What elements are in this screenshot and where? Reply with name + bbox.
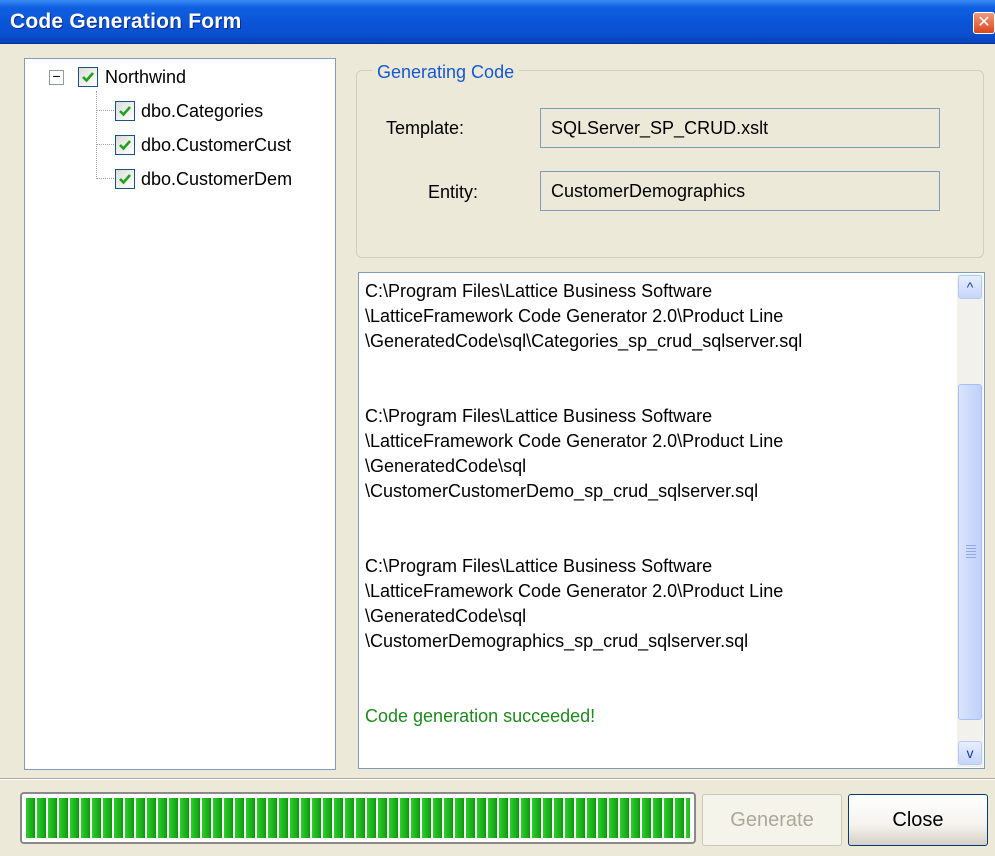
output-line: \CustomerCustomerDemo_sp_crud_sqlserver.… <box>365 481 759 501</box>
output-line: \LatticeFramework Code Generator 2.0\Pro… <box>365 431 784 451</box>
tree-node-customercust[interactable]: dbo.CustomerCust <box>141 135 291 156</box>
checkbox-customerdem[interactable] <box>115 169 135 189</box>
tree-connector <box>96 110 114 111</box>
tree-node-northwind[interactable]: Northwind <box>105 67 186 88</box>
tree-connector <box>96 91 97 179</box>
output-log[interactable]: C:\Program Files\Lattice Business Softwa… <box>358 272 985 769</box>
checkbox-customercust[interactable] <box>115 135 135 155</box>
close-button[interactable]: Close <box>848 794 988 846</box>
template-label: Template: <box>386 118 465 138</box>
tree-connector <box>96 178 114 179</box>
title-bar: Code Generation Form ✕ <box>0 0 995 44</box>
group-legend: Generating Code <box>372 62 520 83</box>
scroll-up-button[interactable]: ^ <box>958 275 982 299</box>
tree-connector <box>96 144 114 145</box>
tree-node-customerdem[interactable]: dbo.CustomerDem <box>141 169 292 190</box>
output-line: \LatticeFramework Code Generator 2.0\Pro… <box>365 306 784 326</box>
checkmark-icon <box>119 140 131 151</box>
checkmark-icon <box>119 174 131 185</box>
output-line: \CustomerDemographics_sp_crud_sqlserver.… <box>365 631 749 651</box>
output-line: C:\Program Files\Lattice Business Softwa… <box>365 556 713 576</box>
checkbox-northwind[interactable] <box>78 67 98 87</box>
output-line: C:\Program Files\Lattice Business Softwa… <box>365 281 713 301</box>
grip-icon <box>966 545 976 559</box>
collapse-icon[interactable]: − <box>49 69 64 85</box>
output-line: \GeneratedCode\sql <box>365 606 527 626</box>
generate-button[interactable]: Generate <box>702 794 842 846</box>
checkmark-icon <box>119 106 131 117</box>
scroll-down-button[interactable]: v <box>958 741 982 765</box>
tree-node-categories[interactable]: dbo.Categories <box>141 101 263 122</box>
footer-divider <box>0 778 995 780</box>
output-text: C:\Program Files\Lattice Business Softwa… <box>365 279 955 729</box>
output-line: \GeneratedCode\sql <box>365 456 527 476</box>
checkbox-categories[interactable] <box>115 101 135 121</box>
splitter-handle[interactable] <box>340 44 346 786</box>
window-close-button[interactable]: ✕ <box>973 12 995 34</box>
output-line: \LatticeFramework Code Generator 2.0\Pro… <box>365 581 784 601</box>
generating-code-group <box>356 70 984 258</box>
progress-fill <box>26 798 690 838</box>
status-message: Code generation succeeded! <box>365 706 596 726</box>
vertical-scroll-thumb[interactable] <box>958 384 982 720</box>
progress-bar <box>20 792 696 844</box>
vertical-scrollbar[interactable]: ^ v <box>957 274 983 767</box>
checkmark-icon <box>82 72 94 83</box>
entity-field: CustomerDemographics <box>540 171 940 211</box>
table-tree-view[interactable]: − Northwind dbo.Categories dbo.CustomerC… <box>24 58 336 818</box>
output-line: C:\Program Files\Lattice Business Softwa… <box>365 406 713 426</box>
entity-label: Entity: <box>428 182 479 202</box>
output-line: \GeneratedCode\sql\Categories_sp_crud_sq… <box>365 331 803 351</box>
template-field: SQLServer_SP_CRUD.xslt <box>540 108 940 148</box>
window-title: Code Generation Form <box>10 10 242 33</box>
